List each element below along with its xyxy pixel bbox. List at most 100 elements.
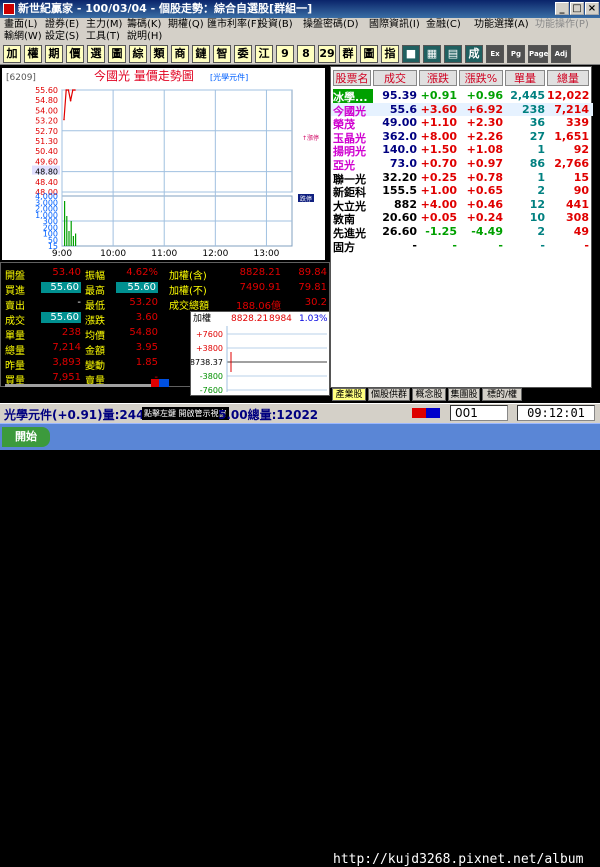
start-button[interactable]: 開始 bbox=[2, 427, 50, 447]
index-label: 成交總額 bbox=[169, 301, 209, 312]
quote-value: 238 bbox=[61, 327, 81, 338]
index-mini-chart: 加權 8828.21 8984 1.03% +7600 +3800 8738.37 -3800… bbox=[190, 311, 330, 396]
menu-item[interactable]: 金融(C) bbox=[426, 18, 461, 31]
toolbar-button[interactable]: 商 bbox=[171, 45, 189, 63]
toolbar-button[interactable]: 類 bbox=[150, 45, 168, 63]
cell-total: 92 bbox=[573, 143, 589, 157]
menu-item[interactable]: 工具(T) bbox=[86, 31, 120, 43]
time-tick-label: 12:00 bbox=[202, 249, 228, 259]
column-header[interactable]: 成交 bbox=[373, 70, 417, 86]
table-row[interactable]: 冰學... 95.39 +0.91 +0.96 2,445 12,022 bbox=[331, 89, 593, 105]
price-tick-label: 54.00 bbox=[35, 106, 58, 115]
toolbar-button[interactable]: 29 bbox=[318, 45, 336, 63]
quote-label: 總量 bbox=[5, 346, 25, 357]
menu-item[interactable]: 說明(H) bbox=[127, 31, 162, 43]
status-ticker: 光學元件(+0.91)量:244 bbox=[4, 408, 145, 422]
column-header[interactable]: 漲跌 bbox=[419, 70, 457, 86]
toolbar-button[interactable]: ▦ bbox=[423, 45, 441, 63]
mini-tick-label: -7600 bbox=[200, 386, 223, 395]
table-row[interactable]: 揚明光 140.0 +1.50 +1.08 1 92 bbox=[331, 143, 593, 158]
toolbar-button[interactable]: 綜 bbox=[129, 45, 147, 63]
toolbar-button[interactable]: 9 bbox=[276, 45, 294, 63]
table-row[interactable]: 先進光 26.60 -1.25 -4.49 2 49 bbox=[331, 225, 593, 240]
toolbar-button[interactable]: Adj bbox=[551, 45, 571, 63]
tab-4[interactable]: 標的/權證 bbox=[482, 388, 522, 412]
index-value: 8828.21 bbox=[239, 267, 281, 278]
menu-item[interactable]: 投資(B) bbox=[258, 18, 293, 31]
menu-item[interactable]: 匯市利率(F) bbox=[207, 18, 261, 31]
menu-item[interactable]: 國際資訊(I) bbox=[369, 18, 420, 31]
cell-pct: +2.30 bbox=[466, 116, 503, 130]
toolbar-button[interactable]: 成 bbox=[465, 45, 483, 63]
toolbar-button[interactable]: Ex bbox=[486, 45, 504, 63]
table-row[interactable]: 今國光 55.6 +3.60 +6.92 238 7,214 bbox=[331, 102, 593, 118]
maximize-button[interactable]: □ bbox=[570, 2, 584, 15]
menu-item[interactable]: 籌碼(K) bbox=[127, 18, 161, 31]
toolbar-button[interactable]: 智 bbox=[213, 45, 231, 63]
toolbar-button[interactable]: 價 bbox=[66, 45, 84, 63]
table-row[interactable]: 敦南 20.60 +0.05 +0.24 10 308 bbox=[331, 211, 593, 226]
cell-price: 140.0 bbox=[382, 143, 417, 157]
table-row[interactable]: 聯一光 32.20 +0.25 +0.78 1 15 bbox=[331, 171, 593, 186]
toolbar: 加權期價選圖綜類商鏈智委江 9 8 29 群圖指 ■ ▦ ▤ 成 Ex Pg Page Adj bbox=[0, 43, 600, 65]
toolbar-button[interactable]: ■ bbox=[402, 45, 420, 63]
table-row[interactable]: 玉晶光 362.0 +8.00 +2.26 27 1,651 bbox=[331, 130, 593, 145]
cell-price: 20.60 bbox=[382, 211, 417, 225]
menu-item[interactable]: 輸網(W) bbox=[4, 31, 42, 43]
quote-label: 買進 bbox=[5, 286, 25, 297]
toolbar-button[interactable]: 指 bbox=[381, 45, 399, 63]
cell-price: 73.0 bbox=[389, 157, 417, 170]
volume-bar bbox=[66, 216, 68, 246]
tab-3[interactable]: 集團股 bbox=[448, 388, 480, 401]
toolbar-button[interactable]: 江 bbox=[255, 45, 273, 63]
toolbar-button[interactable]: 群 bbox=[339, 45, 357, 63]
toolbar-button[interactable]: 委 bbox=[234, 45, 252, 63]
toolbar-button[interactable]: Pg bbox=[507, 45, 525, 63]
stock-code-input[interactable]: 001 bbox=[450, 405, 508, 421]
toolbar-button[interactable]: 選 bbox=[87, 45, 105, 63]
column-header[interactable]: 漲跌% bbox=[459, 70, 503, 86]
table-row[interactable]: 亞光 73.0 +0.70 +0.97 86 2,766 bbox=[331, 157, 593, 172]
table-row[interactable]: 榮茂 49.00 +1.10 +2.30 36 339 bbox=[331, 116, 593, 131]
toolbar-button[interactable]: 期 bbox=[45, 45, 63, 63]
menu-item[interactable]: 設定(S) bbox=[45, 31, 79, 43]
toolbar-button[interactable]: ▤ bbox=[444, 45, 462, 63]
price-point bbox=[74, 89, 76, 91]
close-button[interactable]: × bbox=[585, 2, 599, 15]
toolbar-button[interactable]: 鏈 bbox=[192, 45, 210, 63]
tab-2[interactable]: 概念股 bbox=[412, 388, 446, 401]
menu-item[interactable]: 畫面(L) bbox=[4, 18, 37, 31]
time-tick-label: 11:00 bbox=[151, 249, 177, 259]
toolbar-button[interactable]: 圖 bbox=[108, 45, 126, 63]
minimize-button[interactable]: _ bbox=[555, 2, 569, 15]
toolbar-button[interactable]: Page bbox=[528, 45, 548, 63]
table-row[interactable]: 大立光 882 +4.00 +0.46 12 441 bbox=[331, 197, 593, 213]
menu-item[interactable]: 功能操作(P) bbox=[535, 18, 589, 31]
cell-pct: +0.46 bbox=[466, 197, 503, 211]
cell-total: 308 bbox=[566, 211, 589, 225]
column-header[interactable]: 股票名 bbox=[333, 70, 371, 86]
toolbar-button[interactable]: 圖 bbox=[360, 45, 378, 63]
quote-value: 55.60 bbox=[41, 312, 81, 323]
tab-1[interactable]: 個股供群 bbox=[368, 388, 410, 401]
menu-item[interactable]: 主力(M) bbox=[86, 18, 122, 31]
tab-0[interactable]: 產業股 bbox=[332, 388, 366, 401]
cell-pct: -4.49 bbox=[471, 225, 503, 238]
column-header[interactable]: 單量 bbox=[505, 70, 545, 86]
cell-chg: +4.00 bbox=[420, 197, 457, 211]
menu-item[interactable]: 期權(Q) bbox=[168, 18, 204, 31]
menu-item[interactable]: 證券(E) bbox=[45, 18, 79, 31]
time-tick-label: 9:00 bbox=[52, 249, 72, 259]
menu-item[interactable]: 操盤密碼(D) bbox=[303, 18, 359, 31]
toolbar-button[interactable]: 8 bbox=[297, 45, 315, 63]
stock-table: 股票名 成交 漲跌 漲跌% 單量 總量冰學... 95.39 +0.91 +0.96 2,445 1… bbox=[330, 66, 593, 388]
cell-pct: +6.92 bbox=[466, 102, 503, 116]
toolbar-button[interactable]: 加 bbox=[3, 45, 21, 63]
toolbar-button[interactable]: 權 bbox=[24, 45, 42, 63]
table-row[interactable]: 新鉅科 155.5 +1.00 +0.65 2 90 bbox=[331, 184, 593, 199]
quote-label: 開盤 bbox=[5, 271, 25, 282]
menu-item[interactable]: 功能選擇(A) bbox=[474, 18, 529, 31]
column-header[interactable]: 總量 bbox=[547, 70, 589, 86]
table-row[interactable]: 固方 - - - - - bbox=[331, 239, 593, 254]
red-bar bbox=[151, 379, 159, 387]
